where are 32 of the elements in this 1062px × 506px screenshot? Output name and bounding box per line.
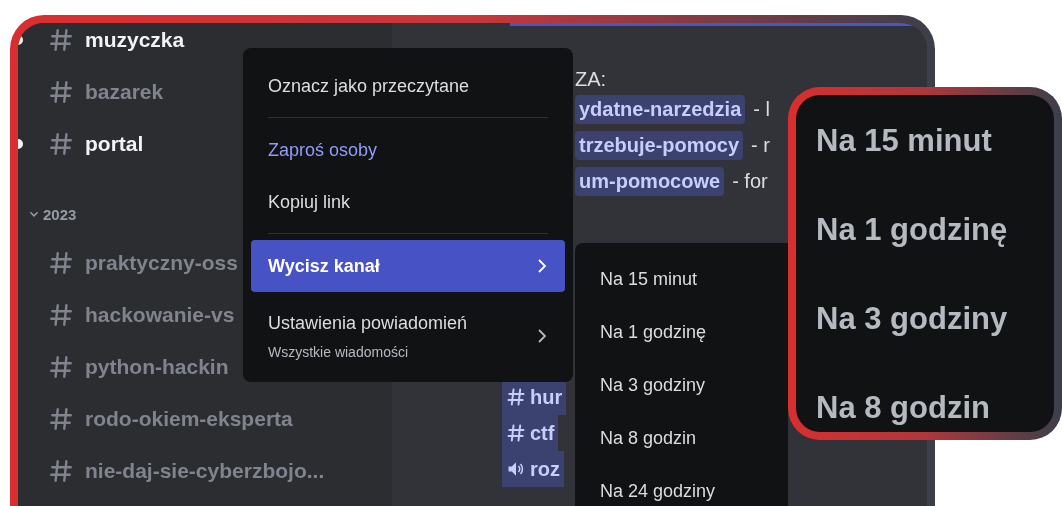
channel-item[interactable]: nie-daj-sie-cyberzbojo... [18,445,392,497]
menu-item[interactable]: Na 1 godzinę [575,306,788,359]
hash-icon [48,302,74,328]
message-text: - r [751,133,770,157]
hash-icon [506,387,526,407]
menu-item[interactable]: Na 15 minut [575,253,788,306]
hash-icon [506,423,526,443]
message-text: - for [732,169,768,193]
menu-item[interactable]: Wycisz kanał [251,240,565,292]
chevron-right-icon [536,328,548,344]
message-text: - l [753,97,770,121]
hash-icon [48,406,74,432]
menu-item[interactable]: Na 8 godzin [575,412,788,465]
hash-icon [48,79,74,105]
channel-mention[interactable]: roz [502,451,564,487]
channel-mention[interactable]: ydatne-narzedzia [575,94,746,124]
hash-icon [48,131,74,157]
chevron-right-icon [536,258,548,274]
hash-icon [48,354,74,380]
menu-item[interactable]: Kopiuj link [251,176,565,228]
channel-mention[interactable]: ctf [502,415,559,451]
menu-item[interactable]: Ustawienia powiadomień Wszystkie wiadomości [251,292,565,380]
message-text: ZA: [575,67,608,91]
channel-mention[interactable]: trzebuje-pomocy [575,130,744,160]
hash-icon [48,27,74,53]
hash-icon [48,458,74,484]
channel-item[interactable]: rodo-okiem-eksperta [18,393,392,445]
menu-item[interactable]: Na 3 godziny [575,359,788,412]
hash-icon [48,250,74,276]
menu-item[interactable]: Na 24 godziny [575,465,788,506]
channel-mention[interactable]: um-pomocowe [575,166,725,196]
menu-item[interactable]: Zaproś osoby [251,124,565,176]
